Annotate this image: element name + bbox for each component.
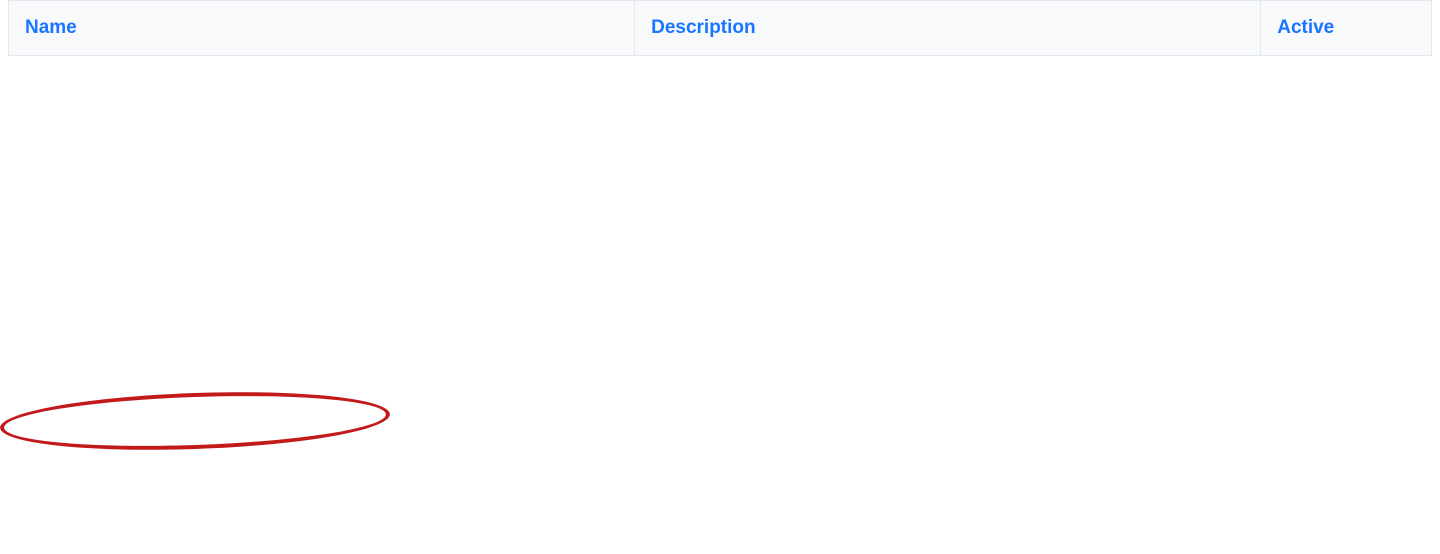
column-header-description[interactable]: Description — [635, 1, 1261, 56]
column-header-active[interactable]: Active — [1261, 1, 1432, 56]
annotation-highlight-ellipse — [0, 386, 391, 456]
table-header-row: Name Description Active — [9, 1, 1432, 56]
features-table: Name Description Active — [8, 0, 1432, 56]
column-header-name[interactable]: Name — [9, 1, 635, 56]
